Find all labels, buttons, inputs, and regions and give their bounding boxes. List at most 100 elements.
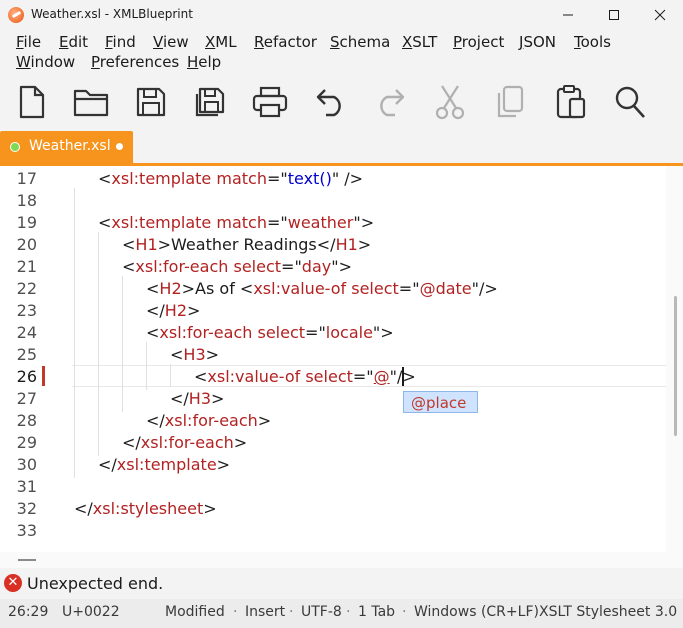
search-button[interactable] <box>610 82 650 122</box>
menu-bar: File Edit Find View XML Refactor Schema … <box>0 31 683 73</box>
code-editor[interactable]: 17 <xsl:template match="text()" /> 18 19… <box>0 166 666 552</box>
status-separator: · <box>527 604 532 620</box>
save-all-icon <box>195 87 225 117</box>
line-number: 28 <box>16 411 37 430</box>
tab-weather-xsl[interactable]: Weather.xsl <box>0 131 133 163</box>
line-number: 31 <box>16 477 37 496</box>
close-icon <box>654 9 666 21</box>
menu-tools[interactable]: Tools <box>574 33 611 51</box>
line-number: 29 <box>16 433 37 452</box>
line-endings[interactable]: Windows (CR+LF) <box>414 604 539 620</box>
menu-json[interactable]: JSON <box>519 33 556 51</box>
maximize-button[interactable] <box>591 0 637 30</box>
app-logo-icon <box>8 7 24 23</box>
menu-project[interactable]: Project <box>453 33 504 51</box>
code-line: 29 </xsl:for-each> <box>0 432 666 454</box>
new-file-icon <box>19 85 45 119</box>
menu-refactor[interactable]: Refactor <box>254 33 317 51</box>
menu-file[interactable]: File <box>16 33 41 51</box>
menu-find[interactable]: Find <box>105 33 136 51</box>
code-line: 19 <xsl:template match="weather"> <box>0 212 666 234</box>
line-number: 19 <box>16 213 37 232</box>
document-type[interactable]: XSLT Stylesheet 3.0 <box>539 604 677 620</box>
menu-schema[interactable]: Schema <box>330 33 390 51</box>
line-number: 23 <box>16 301 37 320</box>
error-icon: ✕ <box>4 574 22 592</box>
menu-window[interactable]: Window <box>16 53 75 71</box>
code-line: 20 <H1>Weather Readings</H1> <box>0 234 666 256</box>
new-file-button[interactable] <box>12 82 52 122</box>
document-state: Modified <box>165 604 225 620</box>
text-cursor <box>402 367 404 386</box>
menu-xslt[interactable]: XSLT <box>402 33 437 51</box>
code-text: <xsl:value-of select="@"/> <box>194 367 416 386</box>
line-number: 25 <box>16 345 37 364</box>
code-text: <xsl:template match="weather"> <box>98 213 375 232</box>
indentation[interactable]: 1 Tab <box>358 604 395 620</box>
cursor-position: 26:29 <box>8 604 49 620</box>
window-title: Weather.xsl - XMLBlueprint <box>31 7 193 21</box>
vertical-scrollbar[interactable] <box>666 166 683 552</box>
line-number: 26 <box>16 367 37 386</box>
cut-icon <box>435 85 465 120</box>
status-separator: · <box>346 604 351 620</box>
horizontal-scrollbar[interactable] <box>0 552 683 568</box>
line-number: 17 <box>16 169 37 188</box>
save-icon <box>136 87 166 117</box>
menu-edit[interactable]: Edit <box>59 33 88 51</box>
code-line: 21 <xsl:for-each select="day"> <box>0 256 666 278</box>
line-number: 27 <box>16 389 37 408</box>
code-text: <H3> <box>170 345 220 364</box>
search-icon <box>615 86 645 118</box>
autocomplete-suggestion[interactable]: @place <box>403 391 478 413</box>
open-folder-icon <box>73 89 109 117</box>
minimize-icon <box>563 14 573 16</box>
code-line: 27 </H3> <box>0 388 666 410</box>
status-separator: · <box>402 604 407 620</box>
file-status-icon <box>10 142 20 152</box>
save-button[interactable] <box>131 82 171 122</box>
status-separator: · <box>233 604 238 620</box>
insert-mode[interactable]: Insert <box>245 604 285 620</box>
open-folder-button[interactable] <box>71 82 111 122</box>
paste-icon <box>556 85 586 119</box>
character-codepoint: U+0022 <box>62 604 120 620</box>
menu-xml[interactable]: XML <box>205 33 237 51</box>
copy-button[interactable] <box>490 82 530 122</box>
code-line: 18 <box>0 190 666 212</box>
code-line: 25 <H3> <box>0 344 666 366</box>
error-message[interactable]: Unexpected end. <box>27 574 163 593</box>
code-text: </H3> <box>170 389 225 408</box>
redo-icon <box>380 89 405 117</box>
scrollbar-thumb[interactable] <box>674 296 677 436</box>
code-line: 30 </xsl:template> <box>0 454 666 476</box>
toolbar <box>0 78 683 126</box>
line-number: 21 <box>16 257 37 276</box>
menu-view[interactable]: View <box>153 33 189 51</box>
minimize-button[interactable] <box>545 0 591 30</box>
line-number: 20 <box>16 235 37 254</box>
undo-icon <box>316 89 341 117</box>
print-button[interactable] <box>250 82 290 122</box>
title-bar: Weather.xsl - XMLBlueprint <box>0 0 683 30</box>
copy-icon <box>497 85 524 118</box>
paste-button[interactable] <box>551 82 591 122</box>
cut-button[interactable] <box>430 82 470 122</box>
maximize-icon <box>609 10 619 20</box>
close-button[interactable] <box>637 0 683 30</box>
code-text: <H2>As of <xsl:value-of select="@date"/> <box>146 279 498 298</box>
scrollbar-thumb[interactable] <box>18 559 36 561</box>
code-line: 22 <H2>As of <xsl:value-of select="@date… <box>0 278 666 300</box>
modified-indicator-icon <box>116 143 123 150</box>
line-number: 18 <box>16 191 37 210</box>
undo-button[interactable] <box>311 82 351 122</box>
encoding[interactable]: UTF-8 <box>301 604 342 620</box>
code-line: 28 </xsl:for-each> <box>0 410 666 432</box>
save-all-button[interactable] <box>190 82 230 122</box>
tab-label: Weather.xsl <box>29 138 111 154</box>
code-line-current: 26 <xsl:value-of select="@"/> <box>0 366 666 388</box>
menu-preferences[interactable]: Preferences <box>91 53 179 71</box>
redo-button[interactable] <box>370 82 410 122</box>
menu-help[interactable]: Help <box>187 53 221 71</box>
print-icon <box>252 86 288 118</box>
